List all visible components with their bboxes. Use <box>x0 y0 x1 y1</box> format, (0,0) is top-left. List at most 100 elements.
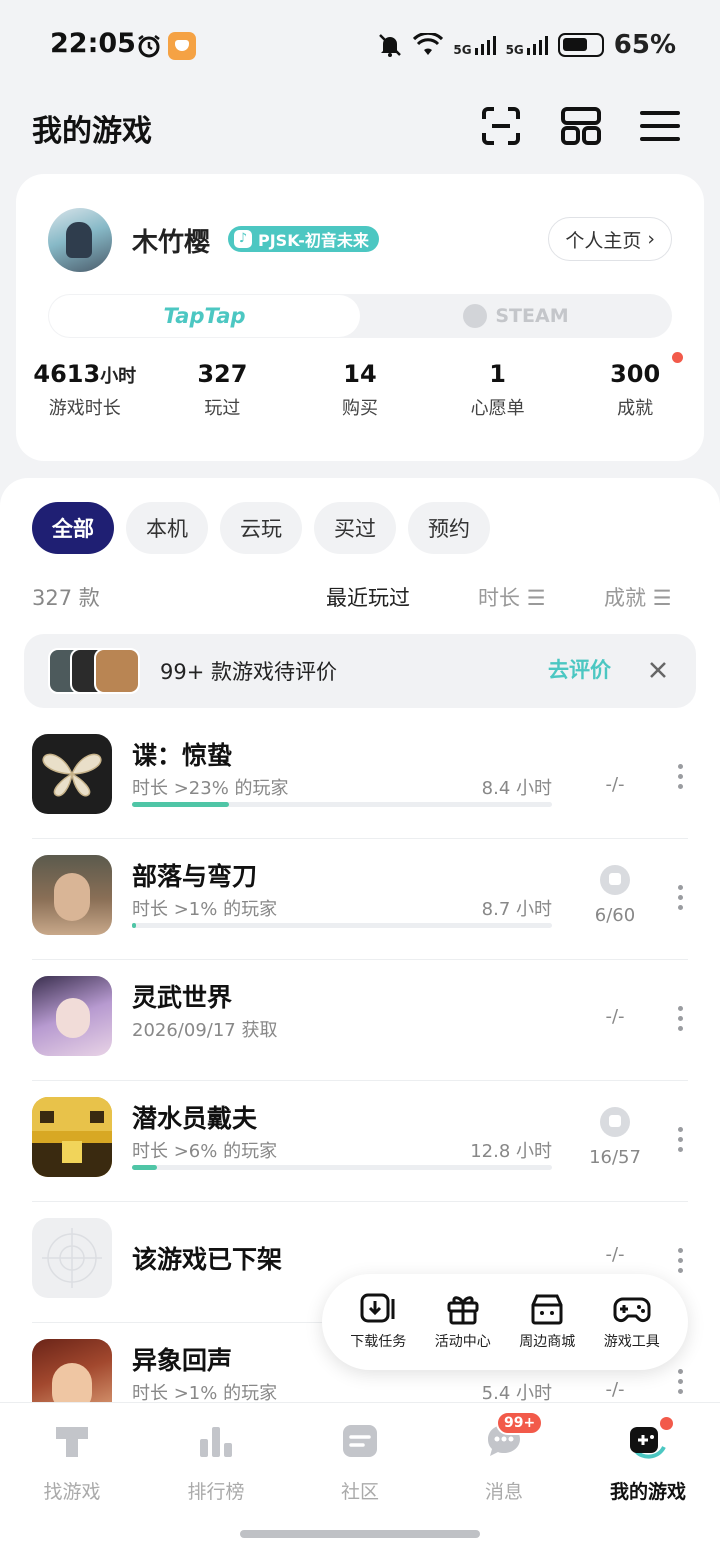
layout-grid-icon[interactable] <box>560 105 602 147</box>
more-options-icon[interactable] <box>678 1369 684 1399</box>
more-options-icon[interactable] <box>678 1127 684 1157</box>
avatar[interactable] <box>48 208 112 272</box>
game-row[interactable]: 谍：惊蛰 时长 >23% 的玩家 8.4 小时 -/- <box>0 718 720 839</box>
mute-icon <box>379 34 402 57</box>
filter-chip-bought[interactable]: 买过 <box>314 502 396 554</box>
stat-played[interactable]: 327 玩过 <box>154 360 292 420</box>
game-row[interactable]: 潜水员戴夫 时长 >6% 的玩家 12.8 小时 16/57 <box>0 1081 720 1202</box>
stat-unit: 小时 <box>100 366 137 387</box>
quick-action-label: 下载任务 <box>350 1334 407 1350</box>
close-icon[interactable] <box>648 660 668 680</box>
nav-messages[interactable]: 99+ 消息 <box>432 1403 576 1523</box>
sort-achievement[interactable]: 成就 ☰ <box>604 582 672 612</box>
nav-community[interactable]: 社区 <box>288 1403 432 1523</box>
game-achievements: 16/57 <box>589 1147 641 1168</box>
sort-bar: 327 款 最近玩过 时长 ☰ 成就 ☰ <box>32 582 688 612</box>
game-row[interactable]: 灵武世界 2026/09/17 获取 -/- <box>0 960 720 1081</box>
trophy-icon <box>600 865 630 895</box>
placeholder-target-icon <box>42 1228 102 1288</box>
nav-label: 社区 <box>340 1481 379 1503</box>
filter-chip-reserved[interactable]: 预约 <box>408 502 490 554</box>
more-options-icon[interactable] <box>678 1248 684 1278</box>
nav-label: 我的游戏 <box>609 1481 686 1503</box>
game-icon <box>32 1097 112 1177</box>
sort-duration[interactable]: 时长 ☰ <box>478 582 546 612</box>
more-options-icon[interactable] <box>678 885 684 915</box>
signal-icon <box>474 36 496 55</box>
status-time: 22:05 <box>50 28 136 59</box>
stat-value: 327 <box>197 360 248 388</box>
chevron-right-icon: › <box>647 228 655 250</box>
game-tools-button[interactable]: 游戏工具 <box>604 1274 660 1370</box>
playtime-progress-fill <box>132 802 229 807</box>
quick-action-label: 游戏工具 <box>603 1334 660 1350</box>
trophy-icon <box>600 1107 630 1137</box>
game-achievements: -/- <box>605 1379 625 1400</box>
playtime-progress <box>132 802 552 807</box>
profile-tag-label: PJSK-初音未来 <box>258 231 369 250</box>
stat-wishlist[interactable]: 1 心愿单 <box>429 360 567 420</box>
quick-action-label: 周边商城 <box>519 1334 576 1350</box>
game-achievements: -/- <box>605 1244 625 1265</box>
stat-purchased[interactable]: 14 购买 <box>291 360 429 420</box>
profile-card: 木竹樱 ♪ PJSK-初音未来 个人主页 › TapTap STEAM 4613… <box>16 174 704 461</box>
profile-tag[interactable]: ♪ PJSK-初音未来 <box>228 226 379 252</box>
game-achievements: 6/60 <box>594 905 636 926</box>
game-title: 潜水员戴夫 <box>132 1104 258 1133</box>
sort-order-icon: ☰ <box>526 586 546 610</box>
stat-value: 4613 <box>33 360 101 388</box>
steam-icon <box>463 304 488 328</box>
more-options-icon[interactable] <box>678 764 684 794</box>
download-tasks-button[interactable]: 下载任务 <box>350 1274 406 1370</box>
activity-center-button[interactable]: 活动中心 <box>435 1274 491 1370</box>
stat-label: 游戏时长 <box>48 398 121 419</box>
menu-icon[interactable] <box>640 105 680 147</box>
filter-chip-all[interactable]: 全部 <box>32 502 114 554</box>
stat-label: 购买 <box>341 398 378 419</box>
game-count: 327 款 <box>32 586 100 610</box>
alarm-icon <box>138 35 160 58</box>
platform-steam-tab[interactable]: STEAM <box>360 294 672 338</box>
nav-find-games[interactable]: 找游戏 <box>0 1403 144 1523</box>
game-thumbnail <box>94 648 140 694</box>
game-hours: 8.4 小时 <box>481 778 552 799</box>
page-title: 我的游戏 <box>32 114 152 149</box>
nav-label: 消息 <box>484 1481 523 1503</box>
review-thumbnails <box>48 648 144 694</box>
battery-percent: 65% <box>613 30 676 60</box>
stat-label: 成就 <box>617 398 654 419</box>
filter-chip-local[interactable]: 本机 <box>126 502 208 554</box>
game-hours: 8.7 小时 <box>481 899 552 920</box>
username: 木竹樱 <box>132 228 211 258</box>
merch-store-button[interactable]: 周边商城 <box>519 1274 575 1370</box>
games-sheet: 全部 本机 云玩 买过 预约 327 款 最近玩过 时长 ☰ 成就 ☰ 99+ … <box>0 478 720 1558</box>
stat-value: 14 <box>343 360 377 388</box>
signal-2: 5G <box>506 34 548 56</box>
filter-chip-cloud[interactable]: 云玩 <box>220 502 302 554</box>
stat-label: 玩过 <box>204 398 241 419</box>
game-icon <box>32 1218 112 1298</box>
profile-home-button[interactable]: 个人主页 › <box>548 217 672 261</box>
nav-ranking[interactable]: 排行榜 <box>144 1403 288 1523</box>
game-icon <box>32 976 112 1056</box>
sort-order-icon: ☰ <box>652 586 672 610</box>
game-row[interactable]: 部落与弯刀 时长 >1% 的玩家 8.7 小时 6/60 <box>0 839 720 960</box>
nav-label: 排行榜 <box>187 1481 245 1503</box>
battery-icon <box>557 33 604 57</box>
stat-achievements[interactable]: 300 成就 <box>566 352 704 420</box>
review-button[interactable]: 去评价 <box>548 654 611 684</box>
sort-recent[interactable]: 最近玩过 <box>326 582 410 612</box>
more-options-icon[interactable] <box>678 1006 684 1036</box>
playtime-progress <box>132 923 552 928</box>
stat-playtime[interactable]: 4613小时 游戏时长 <box>16 360 154 420</box>
playtime-progress <box>132 1165 552 1170</box>
nav-my-games[interactable]: 我的游戏 <box>576 1403 720 1523</box>
playtime-progress-fill <box>132 1165 158 1170</box>
scan-icon[interactable] <box>480 105 522 147</box>
game-subtitle: 2026/09/17 获取 <box>132 1020 278 1041</box>
game-hours: 12.8 小时 <box>470 1141 552 1162</box>
game-icon <box>32 734 112 814</box>
game-title: 该游戏已下架 <box>132 1245 283 1274</box>
home-indicator[interactable] <box>240 1530 480 1538</box>
platform-taptap-tab[interactable]: TapTap <box>49 295 360 337</box>
